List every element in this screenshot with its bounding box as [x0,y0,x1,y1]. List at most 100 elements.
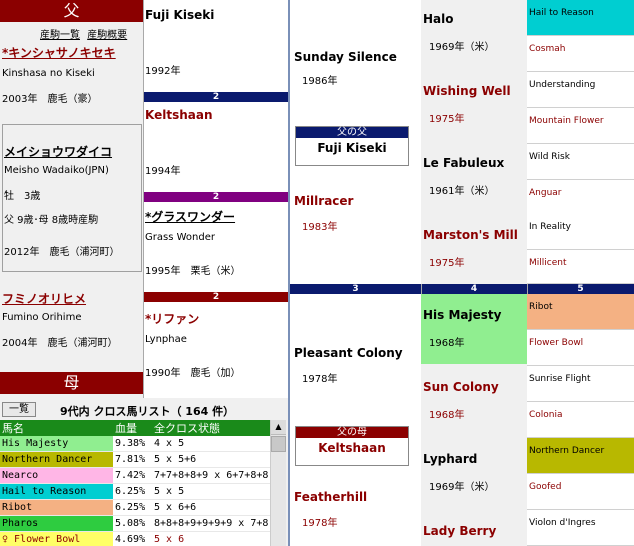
table-row[interactable]: His Majesty 9.38% 4 x 5 [0,436,270,452]
gen5-cell[interactable]: Cosmah [527,36,634,72]
gen5-cell[interactable]: Anguar [527,180,634,216]
gen3-name[interactable]: Millracer [294,194,353,208]
sire-panel: 産駒一覧 産駒概要 *キンシャサノキセキ Kinshasa no Kiseki … [0,22,143,122]
cross-state: 5 x 5+6 [152,451,270,468]
cross-state: 5 x 6+6 [152,499,270,516]
gen5-cell[interactable]: Millicent [527,250,634,284]
table-row[interactable]: Ribot 6.25% 5 x 6+6 [0,499,270,516]
gen2-info: 1995年 栗毛（米） [145,266,241,277]
col-header[interactable]: 馬名 [0,420,113,436]
offspring-summary-link[interactable]: 産駒概要 [87,30,127,41]
offspring-list-link[interactable]: 産駒一覧 [40,30,80,41]
gen4-name[interactable]: Halo [423,12,454,26]
scroll-up-arrow-icon[interactable]: ▲ [271,420,286,435]
gen-bar: 5 [527,284,634,294]
gen-bar: 2 [144,192,288,202]
gen5-cell[interactable]: Hail to Reason [527,0,634,36]
table-row[interactable]: Nearco 7.42% 7+7+8+8+9 x 6+7+8+8 [0,467,270,484]
sire-sire-box[interactable]: 父の父 Fuji Kiseki [295,126,409,166]
dam-name-jp[interactable]: フミノオリヒメ [2,290,86,307]
gen5-cell[interactable]: Northern Dancer [527,438,634,474]
list-button[interactable]: 一覧 [2,402,36,417]
gen5-cell[interactable]: Goofed [527,474,634,510]
gen4-name[interactable]: Lady Berry [423,524,496,538]
gen2-cell-3: *グラスワンダー Grass Wonder 1995年 栗毛（米） [144,202,288,292]
table-row[interactable]: ♀ Flower Bowl 4.69% 5 x 6 [0,531,270,546]
gen4-cell-highlight: His Majesty 1968年 [421,294,527,365]
sire-name-jp[interactable]: *キンシャサノキセキ [2,44,116,61]
cross-horse[interactable]: Ribot [0,499,113,516]
gen2-name[interactable]: Fuji Kiseki [145,8,214,22]
scrollbar[interactable]: ▲ [270,420,286,546]
gen4-name[interactable]: Marston's Mill [423,228,518,242]
horse-name-en: Meisho Wadaiko(JPN) [4,165,109,176]
scroll-thumb[interactable] [271,436,286,452]
gen-bar: 2 [144,92,288,102]
gen5-cell[interactable]: Flower Bowl [527,330,634,366]
gen2-name[interactable]: *リファン [145,310,199,327]
cross-pct: 7.81% [113,451,152,468]
gen5-cell[interactable]: Mountain Flower [527,108,634,144]
gen4-cell: Le Fabuleux 1961年（米） [421,144,527,215]
gen5-cell[interactable]: Wild Risk [527,144,634,180]
table-row[interactable]: Hail to Reason 6.25% 5 x 5 [0,483,270,500]
gen2-year: 1994年 [145,166,181,177]
horse-sex-age: 牡 3歳 [4,191,41,202]
gen4-name[interactable]: Lyphard [423,452,477,466]
gen2-name[interactable]: *グラスワンダー [145,208,235,225]
cross-state: 5 x 6 [152,531,270,546]
cross-pct: 9.38% [113,436,152,452]
cross-state: 7+7+8+8+9 x 6+7+8+8 [152,467,270,484]
col-header[interactable]: 血量 [113,420,152,436]
gen-bar: 3 [290,284,421,294]
sire-header: 父 [0,0,143,22]
gen3-year: 1978年 [302,518,338,529]
cross-state: 4 x 5 [152,436,270,452]
gen2-name-en: Grass Wonder [145,232,215,243]
gen4-year: 1968年 [429,410,465,421]
gen2-cell-4: *リファン Lynphae 1990年 鹿毛（加） [144,302,288,398]
gen3-name[interactable]: Sunday Silence [294,50,397,64]
box-name: Fuji Kiseki [317,141,387,155]
gen-bar: 2 [144,292,288,302]
dam-header: 母 [0,372,143,394]
gen5-cell[interactable]: Violon d'Ingres [527,510,634,546]
cross-horse[interactable]: His Majesty [0,436,113,452]
gen4-year: 1969年（米） [429,482,495,493]
gen5-cell[interactable]: Ribot [527,294,634,330]
cross-horse[interactable]: Northern Dancer [0,451,113,468]
gen4-name[interactable]: Le Fabuleux [423,156,504,170]
cross-horse[interactable]: ♀ Flower Bowl [0,531,113,546]
gen4-cell: Sun Colony 1968年 [421,364,527,437]
gen4-cell: Lyphard 1969年（米） [421,436,527,509]
gen3-name[interactable]: Pleasant Colony [294,346,403,360]
gen3-bottom: Pleasant Colony 1978年 Featherhill 1978年 [290,294,421,546]
gen5-cell[interactable]: Understanding [527,72,634,108]
table-row[interactable]: Northern Dancer 7.81% 5 x 5+6 [0,451,270,468]
gen3-name[interactable]: Featherhill [294,490,367,504]
gen4-cell: Wishing Well 1975年 [421,72,527,145]
cross-horse[interactable]: Hail to Reason [0,483,113,500]
box-label: 父の母 [296,427,408,438]
gen5-cell[interactable]: Colonia [527,402,634,438]
cross-pct: 6.25% [113,499,152,516]
gen4-name[interactable]: Sun Colony [423,380,499,394]
gen4-name[interactable]: His Majesty [423,308,501,322]
horse-age-note: 父 9歳･母 8歳時産駒 [4,215,99,226]
sire-dam-box[interactable]: 父の母 Keltshaan [295,426,409,466]
gen2-name[interactable]: Keltshaan [145,108,213,122]
cross-horse[interactable]: Nearco [0,467,113,484]
table-row[interactable]: Pharos 5.08% 8+8+8+9+9+9+9 x 7+8 [0,515,270,532]
col-header[interactable]: 全クロス状態 [152,420,270,436]
gen4-name[interactable]: Wishing Well [423,84,511,98]
cross-title: 9代内 クロス馬リスト（ 164 件） [60,405,235,418]
sire-name-en: Kinshasa no Kiseki [2,68,95,79]
horse-panel: メイショウワダイコ Meisho Wadaiko(JPN) 牡 3歳 父 9歳･… [2,124,142,272]
gen2-cell-2: Keltshaan 1994年 [144,102,288,192]
gen5-cell[interactable]: Sunrise Flight [527,366,634,402]
gen5-cell[interactable]: In Reality [527,214,634,250]
dam-panel: フミノオリヒメ Fumino Orihime 2004年 鹿毛（浦河町） [0,280,143,372]
gen-bar: 4 [421,284,527,294]
cross-horse[interactable]: Pharos [0,515,113,532]
cross-state: 8+8+8+9+9+9+9 x 7+8 [152,515,270,532]
